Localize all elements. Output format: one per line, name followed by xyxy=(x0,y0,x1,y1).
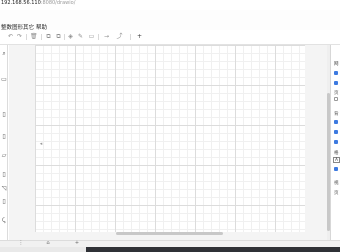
menu-item-help[interactable]: 帮助 xyxy=(36,23,47,31)
option-checkbox[interactable] xyxy=(334,120,338,124)
shapes-sidebar xyxy=(0,45,8,240)
toolbar-separator xyxy=(64,34,65,40)
to-front-icon[interactable]: ⧉ xyxy=(45,33,52,41)
shape-box-icon[interactable]: ▯ xyxy=(0,111,8,119)
page-tab-icon[interactable]: ⌂ xyxy=(45,240,51,246)
format-label: 背 xyxy=(334,112,339,117)
format-label: 网 xyxy=(334,62,339,67)
diagram-page[interactable] xyxy=(35,45,305,232)
fill-color-icon[interactable]: ◈ xyxy=(67,33,74,41)
paper-size-select[interactable]: A xyxy=(333,157,340,163)
menu-item-other[interactable]: 其它 xyxy=(23,23,34,31)
shape-rectangle-icon[interactable]: ▭ xyxy=(0,76,8,84)
grid-checkbox[interactable] xyxy=(334,71,338,75)
collapse-sidebar-icon[interactable]: ◂ xyxy=(39,141,43,147)
guides-checkbox[interactable] xyxy=(334,81,338,85)
page-tab-bar xyxy=(0,240,340,247)
shadow-icon[interactable]: ▭ xyxy=(88,33,95,41)
shape-tall-rect-icon[interactable]: ▯ xyxy=(0,171,8,179)
undo-icon[interactable]: ↶ xyxy=(7,33,14,41)
shape-curve-icon[interactable]: ⤹ xyxy=(0,217,8,225)
connection-style-icon[interactable]: → xyxy=(103,33,110,41)
address-url[interactable]: 192.168.56.110:8080/drawio/ xyxy=(1,0,75,6)
toolbar-separator xyxy=(130,34,131,40)
delete-icon[interactable]: 🗑 xyxy=(30,33,38,41)
shape-card-icon[interactable]: ▯ xyxy=(0,198,8,206)
menu-item-shapes[interactable]: 整数图形 xyxy=(1,23,23,31)
option-checkbox[interactable] xyxy=(334,140,338,144)
insert-plus-icon[interactable]: + xyxy=(136,33,143,41)
toolbar-separator xyxy=(26,34,27,40)
format-label: 页 xyxy=(334,91,339,96)
horizontal-scrollbar[interactable] xyxy=(116,232,223,235)
address-path: :8080/drawio/ xyxy=(40,0,76,6)
to-back-icon[interactable]: ⧉ xyxy=(55,33,62,41)
orientation-radio[interactable] xyxy=(334,167,338,171)
waypoints-icon[interactable]: ⤴ xyxy=(116,33,123,41)
menu-bar xyxy=(0,10,340,30)
shape-box-icon[interactable]: ▯ xyxy=(0,133,8,141)
add-page-icon[interactable]: + xyxy=(74,240,80,246)
background-checkbox[interactable] xyxy=(334,97,338,101)
shape-document-icon[interactable]: ◹ xyxy=(0,185,8,193)
line-color-icon[interactable]: ✎ xyxy=(77,33,84,41)
format-label: 页 xyxy=(334,191,339,196)
address-host: 192.168.56.110 xyxy=(1,0,41,6)
pages-menu-icon[interactable]: ⋮ xyxy=(18,240,24,246)
format-label: 视 xyxy=(334,181,339,186)
taskbar-section xyxy=(0,247,86,252)
search-icon[interactable]: ⌕ xyxy=(0,50,8,58)
redo-icon[interactable]: ↷ xyxy=(16,33,23,41)
shape-parallelogram-icon[interactable]: ▱ xyxy=(0,152,8,160)
toolbar-separator xyxy=(41,34,42,40)
format-label: 格 xyxy=(334,151,339,156)
option-checkbox[interactable] xyxy=(334,130,338,134)
toolbar-separator xyxy=(98,34,99,40)
